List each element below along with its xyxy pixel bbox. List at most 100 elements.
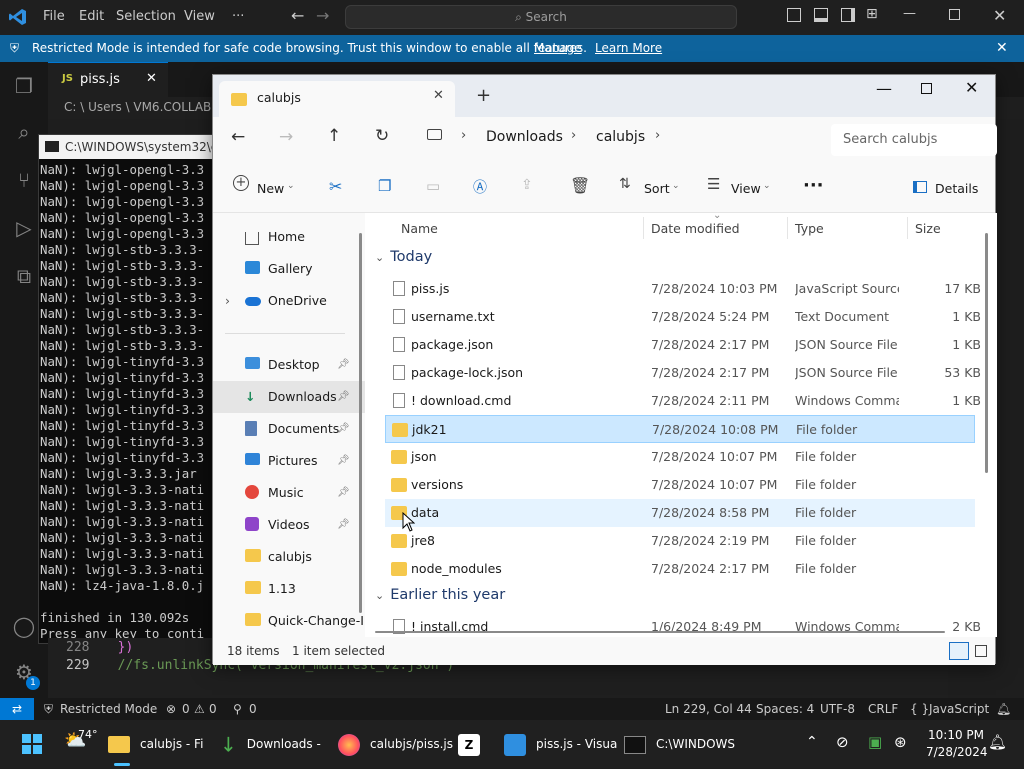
file-row[interactable]: json 7/28/2024 10:07 PM File folder xyxy=(385,443,975,471)
search-icon[interactable]: ⌕ xyxy=(11,120,37,146)
file-row[interactable]: username.txt 7/28/2024 5:24 PM Text Docume… xyxy=(385,303,981,331)
banner-close-icon[interactable]: ✕ xyxy=(996,35,1008,62)
command-center-search[interactable]: ⌕ Search xyxy=(345,5,737,29)
remote-indicator-icon[interactable]: ⇄ xyxy=(0,698,34,720)
weather-temp[interactable]: 74° xyxy=(78,728,98,741)
nav-item-downloads[interactable]: ↓ Downloads 📌︎ xyxy=(213,381,365,413)
column-date[interactable]: Date modified xyxy=(651,221,740,236)
column-size[interactable]: Size xyxy=(915,221,941,236)
nav-item-onedrive[interactable]: OneDrive › xyxy=(213,285,365,317)
taskbar-app-terminal[interactable]: C:\WINDOWS xyxy=(624,720,735,768)
editor-tab-piss-js[interactable]: JS piss.js ✕ xyxy=(48,62,168,97)
end-of-line[interactable]: CRLF xyxy=(868,698,898,720)
file-row[interactable]: jdk21 7/28/2024 10:08 PM File folder xyxy=(385,415,975,443)
indentation[interactable]: Spaces: 4 xyxy=(756,698,814,720)
close-icon[interactable]: ✕ xyxy=(965,78,978,97)
view-icon[interactable]: ☰ xyxy=(707,175,720,193)
nav-item-quick-change-i[interactable]: Quick-Change-I xyxy=(213,605,365,637)
chevron-down-icon[interactable]: ⌄ xyxy=(763,181,771,191)
notification-bell-icon[interactable]: 🔔︎ xyxy=(988,733,1007,751)
toggle-panel-icon[interactable] xyxy=(814,8,828,22)
toggle-secondary-sidebar-icon[interactable] xyxy=(841,8,855,22)
group-header[interactable]: ⌄ Today xyxy=(375,249,432,265)
nav-item-calubjs[interactable]: calubjs xyxy=(213,541,365,573)
menu-file[interactable]: File xyxy=(43,9,65,24)
taskbar-app-download-arrow[interactable]: ↓ Downloads - xyxy=(220,720,321,768)
nav-item-music[interactable]: Music 📌︎ xyxy=(213,477,365,509)
new-button[interactable]: New xyxy=(257,181,284,196)
rename-icon[interactable]: Ⓐ xyxy=(473,177,487,197)
breadcrumb-path[interactable]: C: \ Users \ VM6.COLLAB xyxy=(64,100,211,114)
refresh-icon[interactable]: ↻ xyxy=(375,126,389,146)
minimize-icon[interactable]: — xyxy=(876,79,892,98)
file-row[interactable]: node_modules 7/28/2024 2:17 PM File folder xyxy=(385,555,975,583)
more-options-button[interactable]: ··· xyxy=(803,175,824,196)
details-view-icon[interactable] xyxy=(949,642,969,660)
nav-item-home[interactable]: Home xyxy=(213,221,365,253)
taskbar-app-file-explorer[interactable]: calubjs - Fi xyxy=(108,720,203,768)
menu-selection[interactable]: Selection xyxy=(116,9,176,24)
explorer-search-box[interactable]: Search calubjs xyxy=(831,124,997,156)
column-divider[interactable] xyxy=(787,217,788,239)
explorer-tab-calubjs[interactable]: calubjs ✕ xyxy=(219,81,455,117)
cmd-window[interactable]: C:\WINDOWS\system32\cmd NaN): lwjgl-open… xyxy=(38,134,218,644)
sort-icon[interactable]: ⇅ xyxy=(619,176,631,192)
customize-layout-icon[interactable]: ⊞ xyxy=(866,6,878,22)
menu-edit[interactable]: Edit xyxy=(79,9,104,24)
banner-learn-more-link[interactable]: Learn More xyxy=(595,35,662,62)
breadcrumb-calubjs[interactable]: calubjs xyxy=(596,129,645,145)
back-arrow-icon[interactable]: ← xyxy=(291,6,304,25)
file-row[interactable]: piss.js 7/28/2024 10:03 PM JavaScript Sour… xyxy=(385,275,981,303)
error-count[interactable]: 0 xyxy=(182,698,190,720)
file-row[interactable]: package-lock.json 7/28/2024 2:17 PM JSON S… xyxy=(385,359,981,387)
nav-item-pictures[interactable]: Pictures 📌︎ xyxy=(213,445,365,477)
file-row[interactable]: versions 7/28/2024 10:07 PM File folder xyxy=(385,471,975,499)
tray-app-icon[interactable]: ▣ xyxy=(868,733,882,751)
horizontal-scrollbar[interactable] xyxy=(375,631,945,633)
taskbar-app-firefox[interactable]: calubjs/piss.js xyxy=(338,720,453,768)
tiles-view-icon[interactable] xyxy=(975,645,987,657)
monitor-icon[interactable] xyxy=(427,129,442,140)
ports-count[interactable]: 0 xyxy=(249,698,257,720)
volume-mute-icon[interactable]: ⊛ xyxy=(894,733,907,751)
delete-trash-icon[interactable]: 🗑︎ xyxy=(570,176,590,195)
tab-close-icon[interactable]: ✕ xyxy=(146,71,157,86)
file-row[interactable]: package.json 7/28/2024 2:17 PM JSON Source… xyxy=(385,331,981,359)
cursor-position[interactable]: Ln 229, Col 44 xyxy=(665,698,752,720)
details-button[interactable]: Details xyxy=(935,181,978,196)
maximize-icon[interactable] xyxy=(921,83,932,94)
view-button[interactable]: View xyxy=(731,181,761,196)
network-icon[interactable]: ⊘ xyxy=(836,733,849,751)
breadcrumb-downloads[interactable]: Downloads xyxy=(486,129,563,145)
details-pane-icon[interactable] xyxy=(913,181,927,193)
minimize-icon[interactable]: — xyxy=(903,6,916,21)
nav-scrollbar[interactable] xyxy=(359,233,362,613)
windows-start-icon[interactable] xyxy=(22,734,42,754)
forward-arrow-icon[interactable]: → xyxy=(279,127,293,147)
up-arrow-icon[interactable]: ↑ xyxy=(327,126,341,146)
chevron-down-icon[interactable]: ⌄ xyxy=(672,181,680,191)
cut-scissors-icon[interactable]: ✂ xyxy=(329,177,342,196)
account-icon[interactable]: ◯ xyxy=(11,614,37,640)
nav-item-videos[interactable]: Videos 📌︎ xyxy=(213,509,365,541)
explorer-icon[interactable]: ❐ xyxy=(11,74,37,100)
taskbar-app-vscode[interactable]: piss.js - Visua xyxy=(504,720,617,768)
nav-item-1-13[interactable]: 1.13 xyxy=(213,573,365,605)
toggle-sidebar-icon[interactable] xyxy=(787,8,801,22)
nav-item-desktop[interactable]: Desktop 📌︎ xyxy=(213,349,365,381)
taskbar-app-zed[interactable]: Z xyxy=(458,720,480,768)
source-control-icon[interactable]: ⑂ xyxy=(11,168,37,194)
breadcrumb-chevron-icon[interactable]: › xyxy=(571,128,576,143)
forward-arrow-icon[interactable]: → xyxy=(316,6,329,25)
paste-icon[interactable]: ▭ xyxy=(426,177,440,195)
vertical-scrollbar[interactable] xyxy=(985,233,988,473)
extensions-icon[interactable]: ⧉ xyxy=(11,264,37,290)
restricted-mode-status[interactable]: Restricted Mode xyxy=(60,698,157,720)
cmd-title-bar[interactable]: C:\WINDOWS\system32\cmd xyxy=(39,135,217,159)
copy-icon[interactable]: ❐ xyxy=(378,177,391,195)
column-name[interactable]: Name xyxy=(401,221,438,236)
clock-time[interactable]: 10:10 PM xyxy=(928,728,984,742)
file-row[interactable]: ! download.cmd 7/28/2024 2:11 PM Windows C… xyxy=(385,387,981,415)
encoding[interactable]: UTF-8 xyxy=(820,698,855,720)
column-divider[interactable] xyxy=(907,217,908,239)
